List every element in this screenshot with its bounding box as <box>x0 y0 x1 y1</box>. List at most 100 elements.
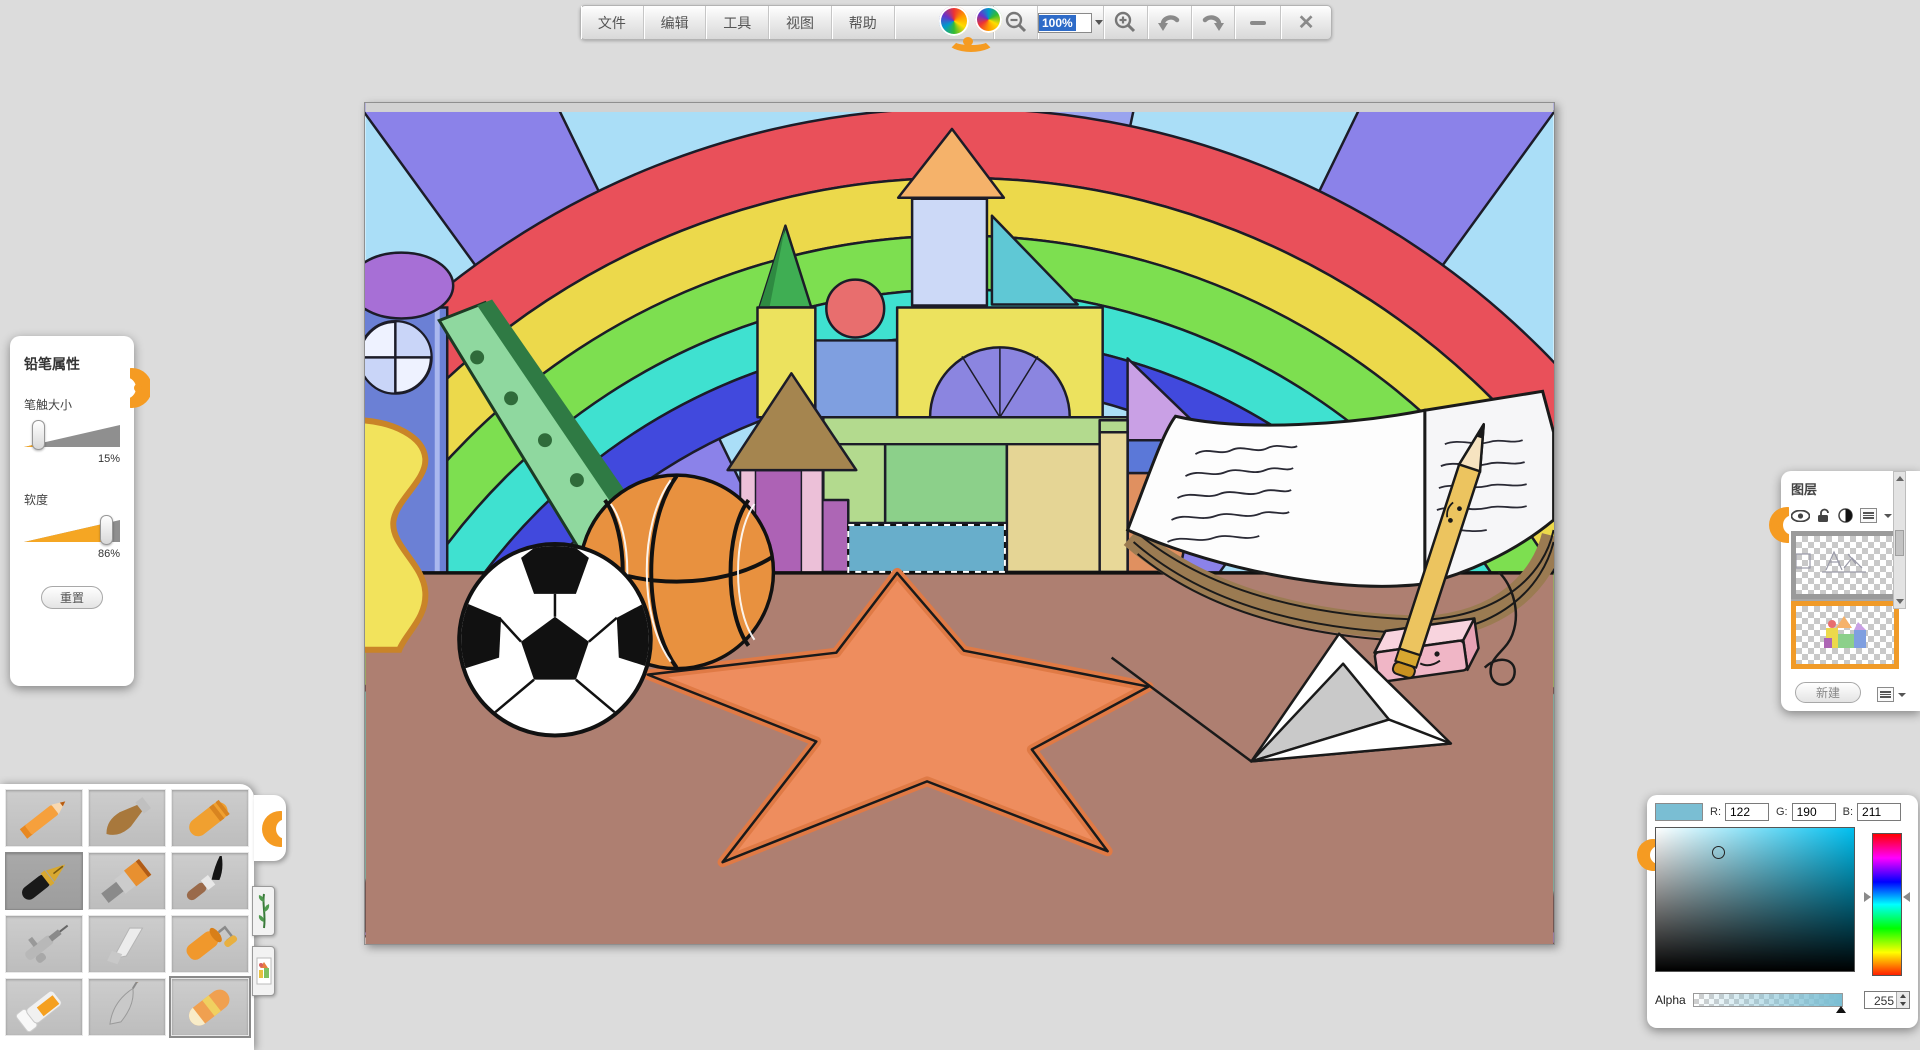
layer-item-color[interactable] <box>1791 601 1899 669</box>
zoom-dropdown-caret[interactable] <box>1095 20 1103 25</box>
picture-stamp-button[interactable] <box>252 946 275 996</box>
brush-size-thumb[interactable] <box>32 420 45 450</box>
tool-pencil[interactable] <box>5 789 83 847</box>
layers-bottom-menu-caret[interactable] <box>1898 693 1906 697</box>
plant-brush-icon <box>256 890 272 932</box>
layers-drag-handle[interactable] <box>1767 503 1789 547</box>
tool-paint-jar[interactable] <box>5 978 83 1036</box>
hue-bar[interactable] <box>1872 833 1902 976</box>
app-screen: 文件 编辑 工具 视图 帮助 100% <box>0 0 1920 1050</box>
minimize-icon <box>1250 21 1266 25</box>
alpha-gradient <box>1694 994 1842 1006</box>
alpha-spinbox[interactable]: 255 <box>1864 991 1910 1009</box>
tool-airbrush[interactable] <box>5 915 83 973</box>
zoom-level-value: 100% <box>1039 15 1076 31</box>
r-input[interactable] <box>1725 803 1769 821</box>
red-ball-block <box>826 280 884 338</box>
layer-scrollbar[interactable] <box>1893 471 1906 609</box>
flat-brush-icon <box>91 856 163 906</box>
menu-tools[interactable]: 工具 <box>706 6 769 39</box>
redo-icon <box>1200 11 1226 35</box>
softness-slider[interactable] <box>24 518 120 544</box>
minimize-button[interactable] <box>1235 6 1281 39</box>
menu-file[interactable]: 文件 <box>581 6 644 39</box>
main-toolbar: 文件 编辑 工具 视图 帮助 100% <box>580 5 1332 40</box>
sv-cursor[interactable] <box>1712 846 1725 859</box>
drawing-canvas[interactable] <box>364 102 1555 945</box>
g-input[interactable] <box>1792 803 1836 821</box>
layer-list <box>1791 531 1899 669</box>
brush-size-slider[interactable] <box>24 423 120 449</box>
alpha-row: Alpha 255 <box>1655 993 1910 1007</box>
tool-eraser[interactable] <box>171 978 249 1036</box>
tool-fountain-pen[interactable] <box>5 852 83 910</box>
artwork <box>365 103 1554 944</box>
ink-brush-icon <box>174 856 246 906</box>
alpha-value: 255 <box>1865 992 1896 1008</box>
b-label: B: <box>1843 806 1853 818</box>
hue-marker-right[interactable] <box>1903 892 1910 902</box>
brush-size-label: 笔触大小 <box>24 396 120 413</box>
scroll-up-arrow[interactable] <box>1896 476 1904 481</box>
layer-item-sketch[interactable] <box>1791 531 1899 599</box>
menu-file-label: 文件 <box>598 13 626 33</box>
zoom-level-input[interactable]: 100% <box>1038 13 1092 33</box>
alpha-marker[interactable] <box>1836 1006 1846 1013</box>
unlock-icon[interactable] <box>1817 508 1831 523</box>
plant-brush-button[interactable] <box>252 886 275 936</box>
visibility-eye-icon[interactable] <box>1791 510 1810 522</box>
softness-thumb[interactable] <box>100 515 113 545</box>
mascot-slot <box>895 6 995 39</box>
tool-wood-pen[interactable] <box>88 789 166 847</box>
zoom-out-icon <box>1003 10 1029 36</box>
alpha-spin-down[interactable] <box>1897 1000 1909 1008</box>
tool-ink-brush[interactable] <box>171 852 249 910</box>
color-panel-drag-handle[interactable] <box>1635 835 1655 875</box>
eraser-icon <box>174 982 246 1032</box>
selection-marquee[interactable] <box>848 525 1005 572</box>
alpha-slider[interactable] <box>1693 993 1843 1007</box>
leaf-blade-icon <box>91 982 163 1032</box>
tools-palette <box>0 784 254 1050</box>
saturation-value-square[interactable] <box>1655 827 1855 972</box>
layer-menu-caret[interactable] <box>1884 514 1892 518</box>
tool-paint-roller[interactable] <box>171 915 249 973</box>
undo-button[interactable] <box>1148 6 1192 39</box>
reset-button[interactable]: 重置 <box>41 586 103 609</box>
tool-leaf-blade[interactable] <box>88 978 166 1036</box>
blend-contrast-icon[interactable] <box>1838 508 1853 523</box>
layers-bottom-menu-icon[interactable] <box>1877 687 1894 702</box>
zoom-out-button[interactable] <box>994 6 1038 39</box>
tools-palette-tab[interactable] <box>254 795 286 861</box>
alpha-spin-up[interactable] <box>1897 992 1909 1000</box>
palette-knife-icon <box>91 919 163 969</box>
menu-tools-label: 工具 <box>723 13 751 33</box>
pencil-properties-panel: 铅笔属性 笔触大小 15% 软度 86% 重置 <box>10 336 134 686</box>
tool-palette-knife[interactable] <box>88 915 166 973</box>
zoom-in-button[interactable] <box>1104 6 1148 39</box>
close-button[interactable]: ✕ <box>1281 6 1331 39</box>
hue-marker-left[interactable] <box>1864 892 1871 902</box>
scroll-thumb[interactable] <box>1895 530 1904 556</box>
canvas-top-strip <box>365 103 1553 112</box>
airbrush-icon <box>8 919 80 969</box>
redo-button[interactable] <box>1192 6 1236 39</box>
panel-drag-handle[interactable] <box>130 366 150 410</box>
tool-flat-brush[interactable] <box>88 852 166 910</box>
menu-view[interactable]: 视图 <box>769 6 832 39</box>
central-tower-block <box>912 199 987 306</box>
new-layer-button[interactable]: 新建 <box>1795 682 1861 703</box>
menu-edit[interactable]: 编辑 <box>644 6 707 39</box>
blue-block <box>815 340 897 417</box>
paint-roller-icon <box>174 919 246 969</box>
b-input[interactable] <box>1857 803 1901 821</box>
paint-jar-icon <box>8 982 80 1032</box>
menu-help[interactable]: 帮助 <box>832 6 895 39</box>
layer-menu-icon[interactable] <box>1860 508 1877 523</box>
zoom-level-control[interactable]: 100% <box>1038 6 1104 39</box>
scroll-down-arrow[interactable] <box>1896 599 1904 604</box>
tool-grid <box>5 789 249 1036</box>
tool-crayon[interactable] <box>171 789 249 847</box>
brush-size-value: 15% <box>24 453 120 465</box>
purple-block <box>820 500 848 572</box>
